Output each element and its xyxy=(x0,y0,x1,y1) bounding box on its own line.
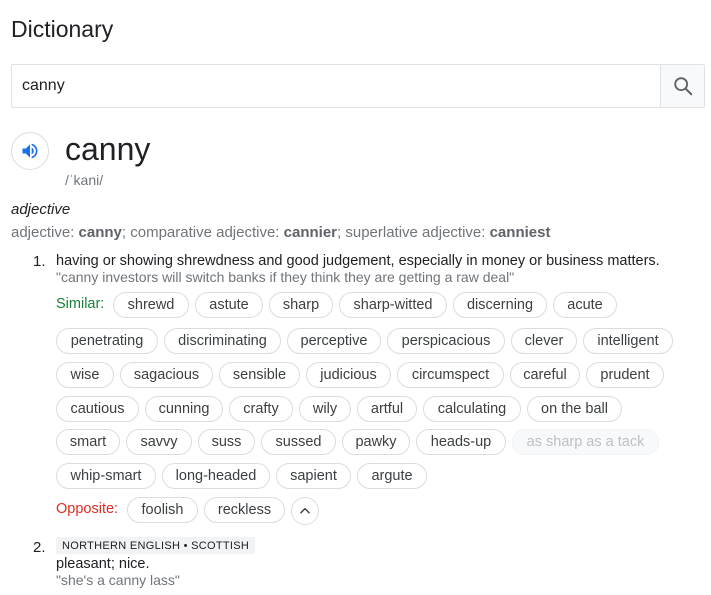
synonym-chip[interactable]: discerning xyxy=(453,292,547,318)
sense-number: 2. xyxy=(33,539,46,556)
search-input[interactable] xyxy=(12,65,662,107)
synonym-chip[interactable]: artful xyxy=(357,396,417,422)
synonym-chip[interactable]: astute xyxy=(195,292,263,318)
opposite-label: Opposite: xyxy=(56,501,119,517)
sense-example: "canny investors will switch banks if th… xyxy=(56,269,515,285)
synonym-chip[interactable]: perceptive xyxy=(287,328,381,354)
headword: canny xyxy=(65,131,151,167)
antonym-chip[interactable]: reckless xyxy=(204,497,285,523)
pronounce-button[interactable] xyxy=(11,132,49,170)
synonym-chip[interactable]: calculating xyxy=(423,396,521,422)
synonym-chip[interactable]: suss xyxy=(198,429,255,455)
synonym-chip[interactable]: prudent xyxy=(586,362,664,388)
sense-definition: pleasant; nice. xyxy=(56,556,150,572)
region-badge: NORTHERN ENGLISH • SCOTTISH xyxy=(56,537,256,554)
synonym-chip[interactable]: cunning xyxy=(145,396,223,422)
synonym-chip[interactable]: heads-up xyxy=(416,429,506,455)
synonym-chip[interactable]: circumspect xyxy=(397,362,504,388)
search-icon xyxy=(673,77,692,96)
synonym-chip[interactable]: on the ball xyxy=(527,396,622,422)
part-of-speech: adjective xyxy=(11,201,71,218)
synonym-chip[interactable]: argute xyxy=(357,463,427,489)
synonym-chip[interactable]: wily xyxy=(299,396,351,422)
synonym-chip[interactable]: perspicacious xyxy=(387,328,505,354)
synonym-chip[interactable]: sagacious xyxy=(120,362,213,388)
synonym-chip[interactable]: cautious xyxy=(56,396,139,422)
synonym-chip[interactable]: wise xyxy=(56,362,114,388)
word-forms: adjective: canny; comparative adjective:… xyxy=(11,224,551,241)
search-box xyxy=(11,64,705,108)
sense-definition: having or showing shrewdness and good ju… xyxy=(56,253,660,269)
synonym-chip[interactable]: shrewd xyxy=(113,292,189,318)
synonym-chip[interactable]: long-headed xyxy=(162,463,270,489)
speaker-icon xyxy=(22,143,38,159)
page-title: Dictionary xyxy=(11,16,114,42)
synonym-chip[interactable]: sussed xyxy=(261,429,336,455)
synonym-chip[interactable]: judicious xyxy=(306,362,391,388)
synonym-chip[interactable]: sharp-witted xyxy=(339,292,447,318)
synonym-chip[interactable]: careful xyxy=(510,362,580,388)
similar-label: Similar: xyxy=(56,296,105,312)
synonym-chip[interactable]: crafty xyxy=(229,396,293,422)
synonym-chip[interactable]: whip-smart xyxy=(56,463,156,489)
search-button[interactable] xyxy=(660,65,704,107)
collapse-button[interactable] xyxy=(291,497,319,525)
sense-number: 1. xyxy=(33,253,46,270)
synonym-chip-disabled: as sharp as a tack xyxy=(512,429,659,455)
synonym-chip[interactable]: smart xyxy=(56,429,120,455)
synonym-chip[interactable]: sharp xyxy=(269,292,333,318)
phonetic: /ˈkani/ xyxy=(65,172,104,188)
synonym-chip[interactable]: sensible xyxy=(219,362,300,388)
chevron-up-icon xyxy=(300,507,310,514)
synonym-chip[interactable]: pawky xyxy=(342,429,410,455)
sense-example: "she's a canny lass" xyxy=(56,572,180,588)
synonym-chip[interactable]: discriminating xyxy=(164,328,281,354)
synonym-chip[interactable]: acute xyxy=(553,292,617,318)
synonym-chip[interactable]: savvy xyxy=(126,429,192,455)
synonym-chip[interactable]: sapient xyxy=(276,463,351,489)
synonym-chip[interactable]: intelligent xyxy=(583,328,673,354)
synonym-chip[interactable]: clever xyxy=(511,328,577,354)
synonym-chip[interactable]: penetrating xyxy=(56,328,158,354)
antonym-chip[interactable]: foolish xyxy=(127,497,198,523)
